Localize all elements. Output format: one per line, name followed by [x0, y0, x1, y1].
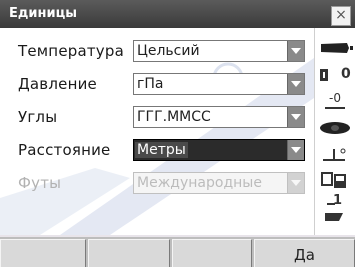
softkey-bar: Да — [0, 237, 355, 267]
temperature-value: Цельсий — [137, 43, 200, 59]
angles-label: Углы — [18, 108, 58, 126]
offset-value: -0 — [329, 91, 341, 105]
feet-value: Международные — [137, 175, 262, 191]
distance-value: Метры — [135, 142, 188, 158]
feet-label: Футы — [18, 174, 62, 192]
close-button[interactable]: × — [331, 6, 351, 26]
chevron-down-icon[interactable] — [287, 74, 304, 94]
chevron-down-icon — [287, 173, 304, 193]
memory-icon[interactable] — [315, 171, 355, 189]
temperature-label: Температура — [18, 42, 124, 60]
chevron-down-icon[interactable] — [287, 107, 304, 127]
status-bar: 0 -0 1 — [314, 28, 355, 235]
target-prism-icon[interactable]: 0 — [315, 66, 355, 84]
temperature-select[interactable]: Цельсий — [133, 40, 305, 62]
softkey-1[interactable] — [0, 239, 86, 267]
window-title: Единицы — [9, 6, 77, 21]
prism-constant-value: 0 — [341, 66, 351, 82]
compensator-icon[interactable] — [315, 120, 355, 136]
pressure-value: гПа — [137, 76, 164, 92]
angles-select[interactable]: ГГГ.ММСС — [133, 106, 305, 128]
chevron-down-icon[interactable] — [287, 41, 304, 61]
battery-icon[interactable] — [315, 40, 355, 56]
feet-select: Международные — [133, 172, 305, 194]
distance-select[interactable]: Метры — [133, 139, 305, 161]
feet-row: Футы Международные — [0, 170, 314, 200]
title-bar: Единицы × — [0, 0, 355, 28]
pressure-label: Давление — [18, 75, 97, 93]
offset-icon[interactable]: -0 — [315, 91, 355, 111]
softkey-3[interactable] — [172, 239, 252, 267]
pressure-row: Давление гПа — [0, 71, 314, 101]
units-dialog: Единицы × Температура Цельсий Давление г… — [0, 0, 355, 267]
distance-label: Расстояние — [18, 141, 111, 159]
face-icon[interactable] — [315, 145, 355, 163]
softkey-2[interactable] — [88, 239, 170, 267]
ok-button[interactable]: Да — [254, 239, 355, 267]
angles-value: ГГГ.ММСС — [137, 109, 211, 125]
units-form: Температура Цельсий Давление гПа Углы ГГ… — [0, 28, 314, 235]
temperature-row: Температура Цельсий — [0, 38, 314, 68]
ok-button-label: Да — [294, 246, 315, 264]
pressure-select[interactable]: гПа — [133, 73, 305, 95]
chevron-down-icon[interactable] — [287, 140, 304, 160]
distance-row: Расстояние Метры — [0, 137, 314, 167]
page-icon[interactable]: 1 — [315, 193, 355, 227]
angles-row: Углы ГГГ.ММСС — [0, 104, 314, 134]
